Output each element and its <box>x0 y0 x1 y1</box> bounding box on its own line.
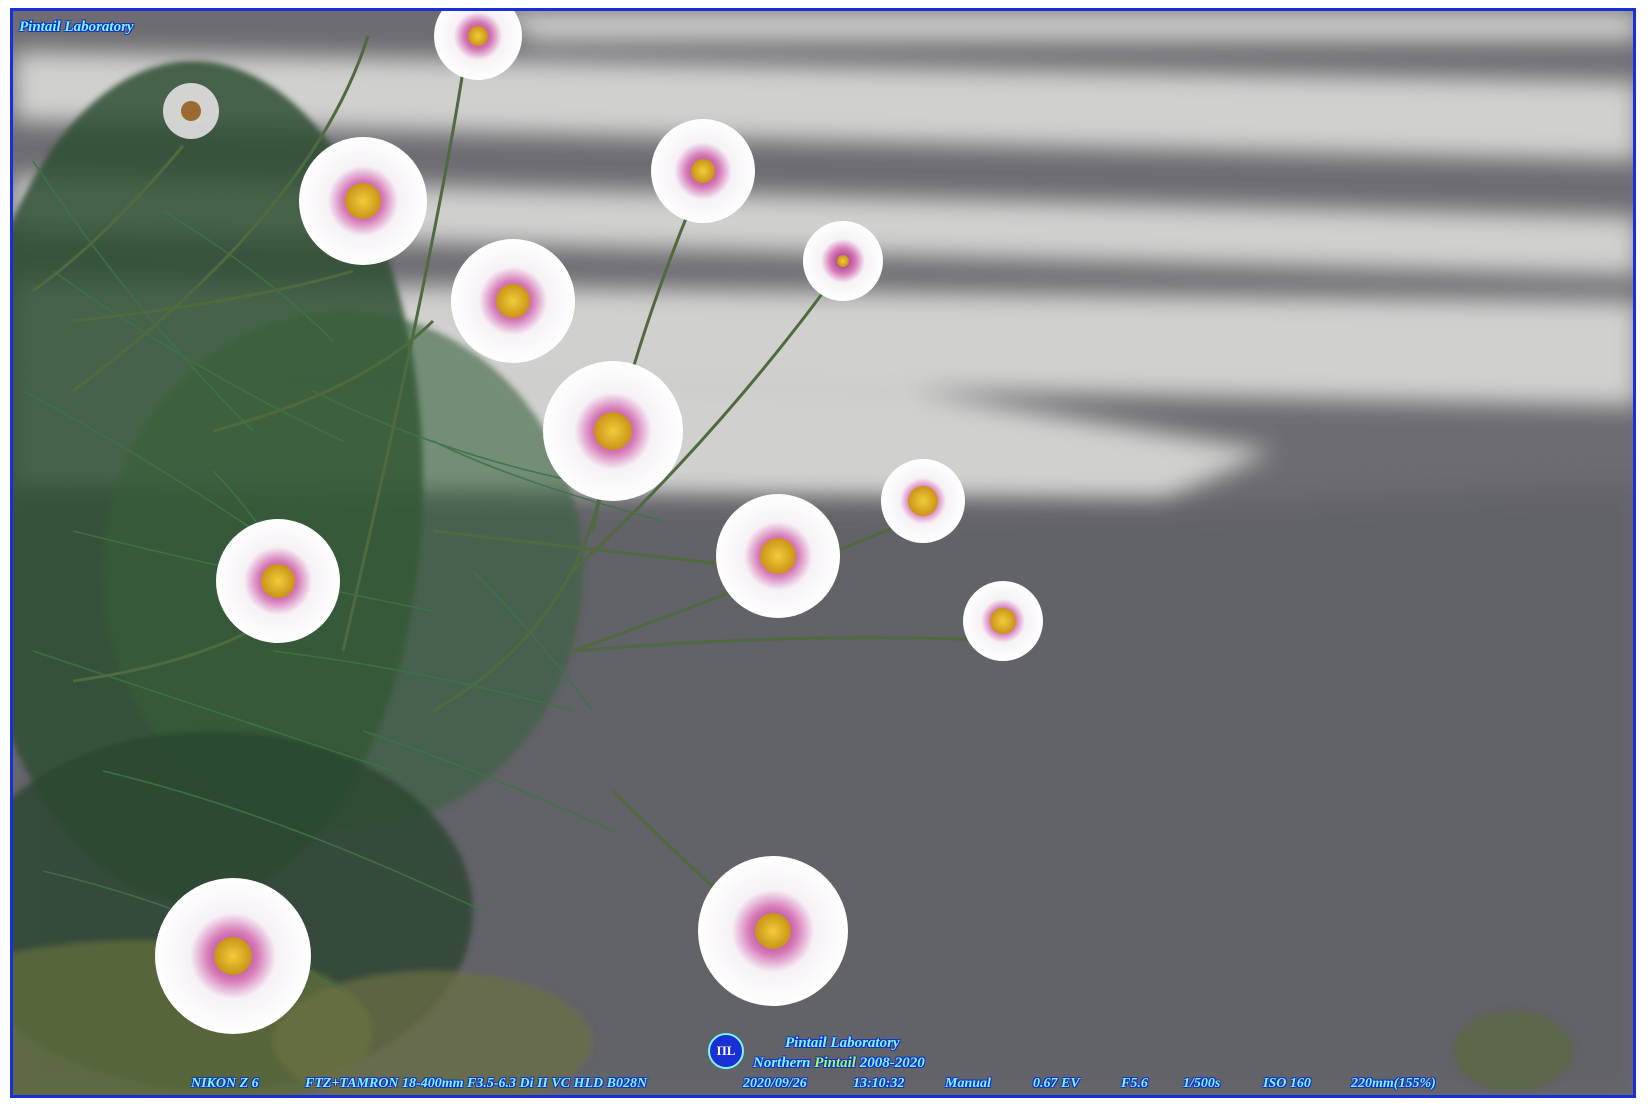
brand-watermark-bottom: Pintail Laboratory <box>785 1035 900 1051</box>
flower <box>651 119 755 223</box>
flower <box>543 361 683 501</box>
flower <box>698 856 848 1006</box>
flower-bud <box>163 83 219 139</box>
logo-icon: ΠL <box>708 1033 744 1069</box>
exif-time: 13:10:32 <box>853 1076 905 1091</box>
flower <box>963 581 1043 661</box>
exif-iso: ISO 160 <box>1263 1076 1311 1091</box>
exif-shutter: 1/500s <box>1183 1076 1221 1091</box>
flower <box>155 878 311 1034</box>
logo-glyph: ΠL <box>716 1043 736 1058</box>
exif-focal: 220mm(155%) <box>1351 1076 1436 1091</box>
exif-mode: Manual <box>945 1076 991 1091</box>
brand-watermark-top: Pintail Laboratory <box>19 19 134 35</box>
flower <box>716 494 840 618</box>
flower <box>803 221 883 301</box>
tagline-years: 2008-2020 <box>855 1055 925 1071</box>
exif-date: 2020/09/26 <box>743 1076 807 1091</box>
exif-lens: FTZ+TAMRON 18-400mm F3.5-6.3 Di II VC HL… <box>305 1076 648 1091</box>
brand-tagline: Northern Pintail 2008-2020 <box>753 1055 925 1072</box>
flower <box>216 519 340 643</box>
tagline-highlight: Pintail <box>814 1055 856 1071</box>
cosmos-flower-photo <box>13 11 1633 1095</box>
exif-ev: 0.67 EV <box>1033 1076 1080 1091</box>
exif-camera: NIKON Z 6 <box>191 1076 259 1091</box>
flower <box>451 239 575 363</box>
flower <box>299 137 427 265</box>
photo-frame: Pintail Laboratory ΠL Pintail Laboratory… <box>10 8 1636 1098</box>
exif-aperture: F5.6 <box>1121 1076 1148 1091</box>
flower <box>881 459 965 543</box>
tagline-prefix: Northern <box>753 1055 815 1071</box>
